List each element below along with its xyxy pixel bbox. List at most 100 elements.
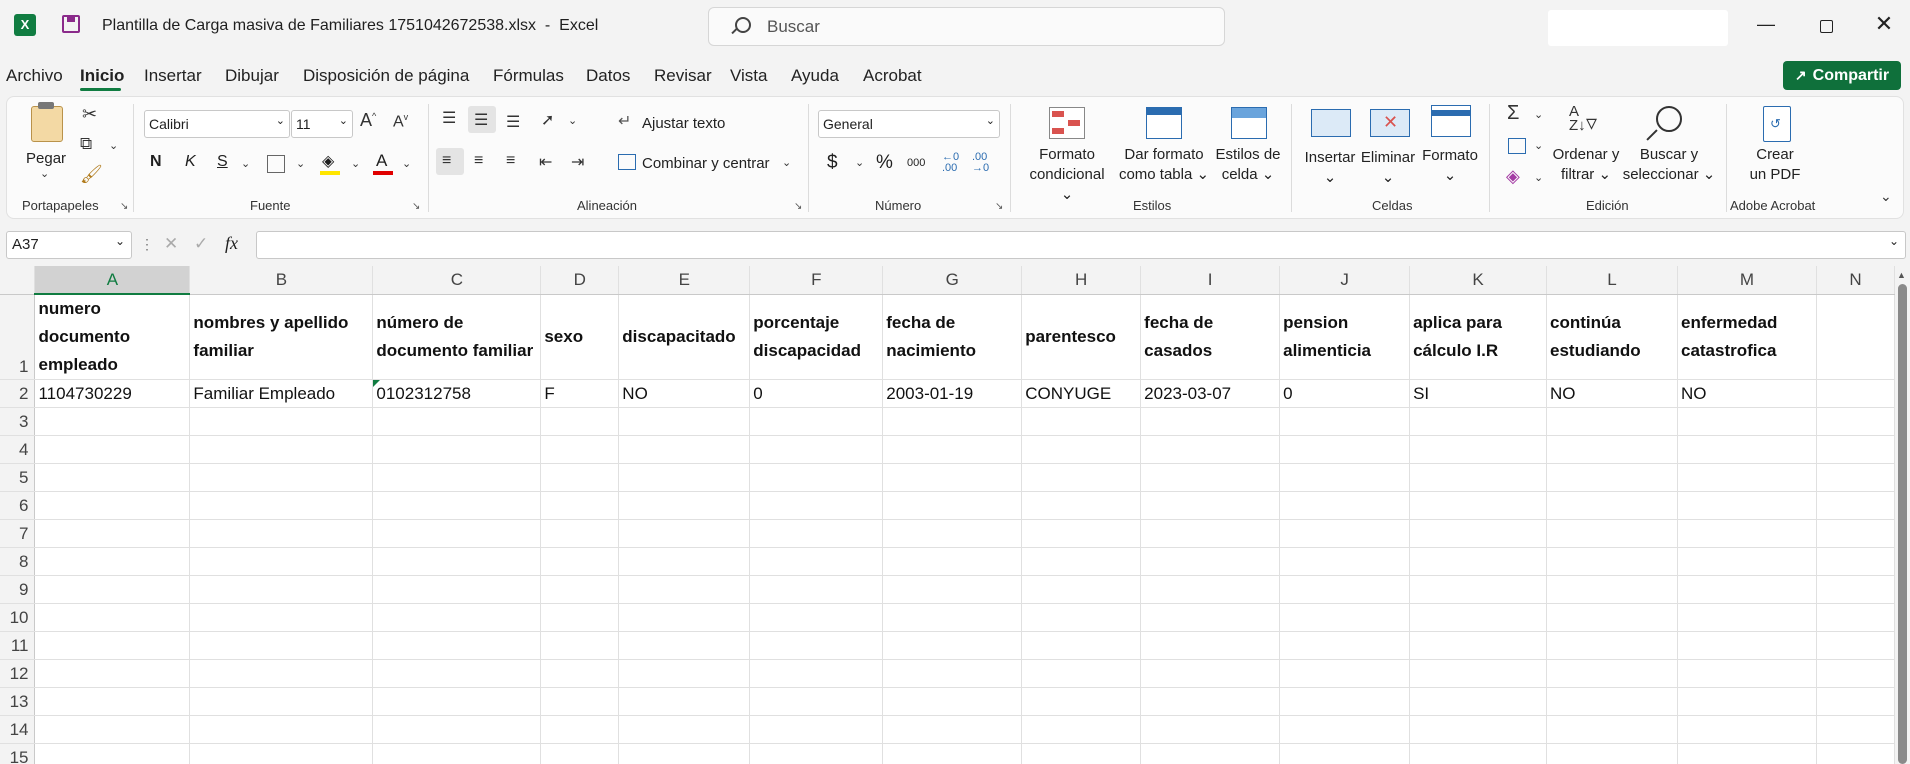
align-top-icon[interactable]: ☰ — [442, 108, 456, 128]
cell[interactable] — [540, 547, 620, 576]
cell[interactable] — [1816, 575, 1895, 604]
cell-styles-button[interactable]: Estilos de celda ⌄ — [1212, 145, 1284, 185]
row-header[interactable]: 2 — [0, 379, 36, 408]
cell[interactable] — [1140, 631, 1281, 660]
font-size-select[interactable]: 11 ⌄ — [291, 110, 353, 138]
cell[interactable] — [540, 491, 620, 520]
copy-dropdown-icon[interactable]: ⌄ — [109, 139, 118, 152]
align-left-icon[interactable]: ≡ — [442, 152, 451, 170]
row-header[interactable]: 9 — [0, 575, 36, 604]
cell[interactable] — [749, 575, 884, 604]
cell[interactable] — [540, 715, 620, 744]
cell[interactable] — [1677, 631, 1817, 660]
font-color-icon[interactable]: A — [376, 151, 387, 171]
cell[interactable] — [618, 435, 751, 464]
autosum-dropdown-icon[interactable]: ⌄ — [1534, 108, 1543, 121]
cell[interactable] — [1816, 743, 1895, 764]
cell[interactable] — [372, 547, 542, 576]
cell[interactable]: porcentaje discapacidad — [749, 294, 884, 380]
cell[interactable] — [1677, 435, 1817, 464]
cell[interactable] — [618, 631, 751, 660]
cell[interactable] — [1546, 715, 1678, 744]
cell[interactable] — [1816, 547, 1895, 576]
cell[interactable]: fecha de casados — [1140, 294, 1281, 380]
cell[interactable] — [882, 463, 1023, 492]
cell[interactable] — [1409, 491, 1548, 520]
column-header[interactable]: I — [1140, 266, 1281, 295]
cell[interactable] — [1021, 547, 1142, 576]
underline-dropdown-icon[interactable]: ⌄ — [241, 157, 250, 170]
cell-number-as-text[interactable]: 0102312758 — [372, 379, 542, 408]
cell[interactable] — [882, 435, 1023, 464]
cell[interactable] — [189, 491, 374, 520]
cell[interactable] — [34, 463, 191, 492]
insert-cells-button[interactable]: Insertar ⌄ — [1303, 148, 1357, 188]
cell[interactable] — [1546, 463, 1678, 492]
cell[interactable] — [1546, 435, 1678, 464]
autosum-icon[interactable]: Σ — [1507, 102, 1519, 125]
cell[interactable] — [34, 547, 191, 576]
cell[interactable] — [1021, 463, 1142, 492]
cell[interactable]: número de documento familiar — [372, 294, 542, 380]
cell[interactable] — [372, 687, 542, 716]
cell[interactable] — [1021, 743, 1142, 764]
cell[interactable] — [34, 435, 191, 464]
cell[interactable] — [1816, 519, 1895, 548]
tab-archivo[interactable]: Archivo — [6, 66, 63, 86]
cell[interactable] — [1546, 407, 1678, 436]
cell[interactable] — [1279, 407, 1411, 436]
cell[interactable]: 2003-01-19 — [882, 379, 1023, 408]
dialog-launcher-icon[interactable]: ↘ — [794, 201, 802, 212]
column-header[interactable]: C — [372, 266, 542, 295]
align-middle-icon[interactable]: ☰ — [474, 110, 488, 130]
row-header[interactable]: 12 — [0, 659, 36, 688]
cell[interactable] — [1409, 659, 1548, 688]
cell[interactable] — [189, 603, 374, 632]
cell[interactable] — [1409, 407, 1548, 436]
cell[interactable] — [1021, 519, 1142, 548]
align-right-icon[interactable]: ≡ — [506, 152, 515, 170]
cell[interactable] — [749, 463, 884, 492]
close-icon[interactable]: ✕ — [1869, 11, 1899, 37]
cell[interactable] — [1816, 659, 1895, 688]
more-options-icon[interactable]: ⋮ — [140, 236, 154, 253]
row-header[interactable]: 3 — [0, 407, 36, 436]
cell[interactable] — [34, 715, 191, 744]
cell[interactable] — [1409, 547, 1548, 576]
cell[interactable] — [189, 575, 374, 604]
column-header[interactable]: G — [882, 266, 1023, 295]
cell[interactable] — [1677, 603, 1817, 632]
cell[interactable] — [1140, 743, 1281, 764]
cell[interactable] — [1279, 715, 1411, 744]
row-header[interactable]: 1 — [0, 294, 36, 380]
tab-datos[interactable]: Datos — [586, 66, 630, 86]
cell[interactable] — [189, 659, 374, 688]
cell[interactable] — [372, 407, 542, 436]
cell[interactable]: SI — [1409, 379, 1548, 408]
cell[interactable] — [34, 519, 191, 548]
scroll-up-icon[interactable]: ▲ — [1897, 270, 1906, 280]
fill-dropdown-icon[interactable]: ⌄ — [1534, 139, 1543, 152]
cell[interactable] — [1140, 687, 1281, 716]
cell[interactable] — [1021, 435, 1142, 464]
cell[interactable] — [1409, 715, 1548, 744]
cell[interactable] — [540, 519, 620, 548]
bold-button[interactable]: N — [150, 153, 162, 171]
cell[interactable] — [1546, 659, 1678, 688]
format-as-table-button[interactable]: Dar formato como tabla ⌄ — [1118, 145, 1210, 185]
cell[interactable] — [1677, 407, 1817, 436]
cell[interactable] — [618, 743, 751, 764]
cell[interactable] — [372, 575, 542, 604]
cell[interactable] — [1546, 743, 1678, 764]
increase-decimal-icon[interactable]: ←0.00 — [942, 152, 959, 174]
cell[interactable]: F — [540, 379, 620, 408]
cell[interactable] — [1409, 463, 1548, 492]
spreadsheet-grid[interactable]: A B C D E F G H I J K L M N 1 numero doc… — [0, 266, 1895, 764]
cell[interactable] — [1279, 687, 1411, 716]
row-header[interactable]: 10 — [0, 603, 36, 632]
cell[interactable] — [34, 659, 191, 688]
wrap-text-button[interactable]: Ajustar texto — [642, 114, 725, 134]
cell[interactable] — [1677, 743, 1817, 764]
cell[interactable] — [540, 463, 620, 492]
row-header[interactable]: 15 — [0, 743, 36, 764]
